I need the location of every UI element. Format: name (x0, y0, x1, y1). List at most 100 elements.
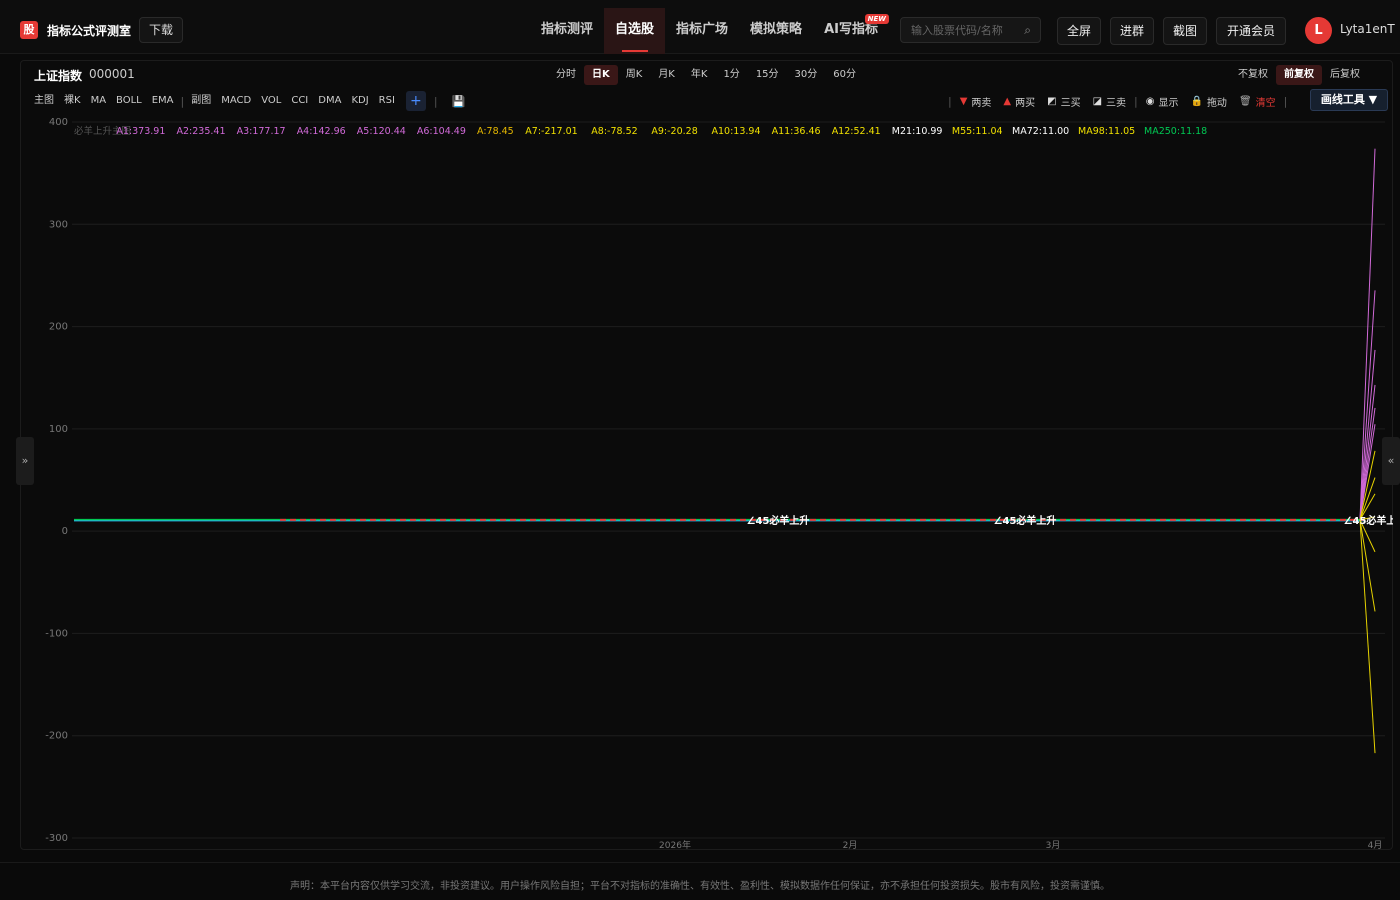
adjust-selector: 不复权 前复权 后复权 (1230, 65, 1368, 85)
divider: | (1283, 94, 1288, 108)
y-tick-label: -100 (45, 628, 68, 639)
disclaimer-text: 声明：本平台内容仅供学习交流，非投资建议。用户操作风险自担；平台不对指标的准确性… (290, 881, 1110, 892)
draw-action-label: 显示 (1158, 97, 1179, 109)
adjust-tab-2[interactable]: 后复权 (1322, 65, 1368, 85)
sub-indicator-1[interactable]: MACD (216, 91, 256, 111)
expand-right-button[interactable]: « (1382, 437, 1400, 485)
join-group-button[interactable]: 进群 (1110, 17, 1154, 45)
membership-button[interactable]: 开通会员 (1216, 17, 1286, 45)
draw-action-4[interactable]: ◉ 显示 (1140, 94, 1185, 109)
draw-action-icon: ◉ (1145, 95, 1155, 107)
sub-indicator-0[interactable]: 副图 (186, 91, 216, 111)
main-indicator-1[interactable]: 裸K (59, 91, 86, 111)
chart-annotation: ∠45必羊上升 (994, 514, 1057, 527)
nav-item-label: AI写指标 (824, 22, 878, 37)
nav-item-label: 指标广场 (676, 22, 729, 37)
fan-line-yellow (1359, 519, 1376, 754)
draw-action-icon: ◪ (1092, 95, 1103, 107)
nav-item-3[interactable]: 模拟策略 (739, 8, 813, 54)
search-input[interactable] (901, 18, 1011, 42)
chart-annotation: ∠45必羊上 (1344, 514, 1393, 527)
period-tab-1[interactable]: 日K (584, 65, 618, 85)
adjust-tab-1[interactable]: 前复权 (1276, 65, 1322, 85)
divider: | (948, 94, 952, 108)
sub-indicator-6[interactable]: RSI (374, 91, 400, 111)
expand-left-button[interactable]: » (16, 437, 34, 485)
symbol-code: 000001 (89, 67, 135, 81)
legend-item: A9:-20.28 (651, 126, 697, 137)
y-tick-label: 200 (49, 322, 68, 333)
draw-action-5[interactable]: 🔒 拖动 (1184, 94, 1232, 109)
divider: | (1134, 94, 1138, 108)
nav-item-2[interactable]: 指标广场 (665, 8, 739, 54)
period-tab-2[interactable]: 周K (618, 65, 651, 85)
avatar[interactable]: L (1305, 17, 1332, 44)
sub-indicator-2[interactable]: VOL (256, 91, 286, 111)
divider: | (180, 94, 185, 108)
draw-action-6[interactable]: 🗑 清空 (1233, 94, 1282, 109)
fullscreen-button[interactable]: 全屏 (1057, 17, 1101, 45)
nav-item-0[interactable]: 指标测评 (530, 8, 604, 54)
indicator-bar: 主图 裸K MA BOLL EMA | 副图 MACD VOL CCI DMA KDJ RSI + … (29, 91, 465, 111)
nav-item-label: 模拟策略 (750, 22, 803, 37)
x-tick-label: 2026年 (659, 839, 691, 850)
y-tick-label: 100 (49, 424, 68, 435)
add-indicator-button[interactable]: + (405, 91, 426, 111)
save-icon[interactable]: 💾 (452, 95, 466, 108)
x-tick-label: 2月 (843, 840, 858, 850)
period-tab-5[interactable]: 1分 (715, 65, 747, 85)
draw-action-icon: ▲ (1003, 95, 1012, 107)
draw-action-label: 两卖 (971, 97, 992, 109)
draw-action-1[interactable]: ▲ 两买 (997, 94, 1041, 109)
main-indicator-3[interactable]: BOLL (111, 91, 147, 111)
x-tick-label: 3月 (1046, 840, 1061, 850)
period-tab-0[interactable]: 分时 (548, 65, 584, 85)
legend-item: A1:373.91 (116, 126, 165, 137)
draw-action-label: 两买 (1015, 97, 1036, 109)
draw-tools-dropdown[interactable]: 画线工具 ▼ (1310, 89, 1388, 111)
main-indicator-0[interactable]: 主图 (29, 91, 59, 111)
period-tab-4[interactable]: 年K (683, 65, 716, 85)
app-logo[interactable]: 股 (20, 21, 38, 39)
download-button[interactable]: 下载 (139, 17, 183, 43)
draw-action-icon: 🗑 (1238, 95, 1252, 107)
price-chart[interactable]: 400 300 200 100 0 -100 -200 -300 2026年 2月 3月 4月 ∠45必… (20, 112, 1393, 850)
period-tab-3[interactable]: 月K (650, 65, 683, 85)
stock-search: ⌕ (900, 17, 1041, 43)
legend-item: M55:11.04 (952, 126, 1003, 137)
nav-item-1[interactable]: 自选股 (604, 8, 666, 54)
search-icon[interactable]: ⌕ (1024, 23, 1031, 38)
draw-action-2[interactable]: ◩ 三买 (1041, 94, 1086, 109)
footer: 声明：本平台内容仅供学习交流，非投资建议。用户操作风险自担；平台不对指标的准确性… (0, 862, 1400, 900)
sub-indicator-3[interactable]: CCI (286, 91, 313, 111)
username[interactable]: Lyta1enT (1340, 22, 1395, 36)
legend-item: MA72:11.00 (1012, 126, 1069, 137)
legend-item: A8:-78.52 (591, 126, 637, 137)
sub-indicator-5[interactable]: KDJ (346, 91, 373, 111)
adjust-tab-0[interactable]: 不复权 (1230, 65, 1276, 85)
draw-action-label: 拖动 (1206, 97, 1227, 109)
divider: | (433, 94, 438, 108)
app-title[interactable]: 指标公式评测室 (47, 22, 131, 39)
draw-action-3[interactable]: ◪ 三卖 (1087, 94, 1132, 109)
period-tab-6[interactable]: 15分 (748, 65, 787, 85)
period-tab-8[interactable]: 60分 (825, 65, 864, 85)
draw-action-icon: ◩ (1047, 95, 1057, 107)
y-tick-label: 400 (49, 117, 68, 128)
main-nav: 指标测评 自选股 指标广场 模拟策略 AI写指标 NEW (530, 8, 889, 54)
legend-item: A5:120.44 (357, 126, 406, 137)
period-selector: 分时 日K 周K 月K 年K 1分 15分 30分 60分 (548, 65, 864, 85)
sub-indicator-4[interactable]: DMA (313, 91, 346, 111)
fan-line-yellow (1359, 519, 1376, 612)
legend-item: MA250:11.18 (1144, 126, 1207, 137)
screenshot-button[interactable]: 截图 (1163, 17, 1207, 45)
legend-item: A6:104.49 (417, 126, 466, 137)
nav-item-4[interactable]: AI写指标 NEW (813, 8, 889, 54)
draw-action-0[interactable]: ▼ 两卖 (954, 94, 998, 109)
period-tab-7[interactable]: 30分 (787, 65, 826, 85)
main-indicator-2[interactable]: MA (86, 91, 111, 111)
legend-item: A12:52.41 (832, 126, 881, 137)
nav-item-label: 自选股 (615, 22, 655, 37)
legend-item: A2:235.41 (177, 126, 226, 137)
main-indicator-4[interactable]: EMA (147, 91, 179, 111)
